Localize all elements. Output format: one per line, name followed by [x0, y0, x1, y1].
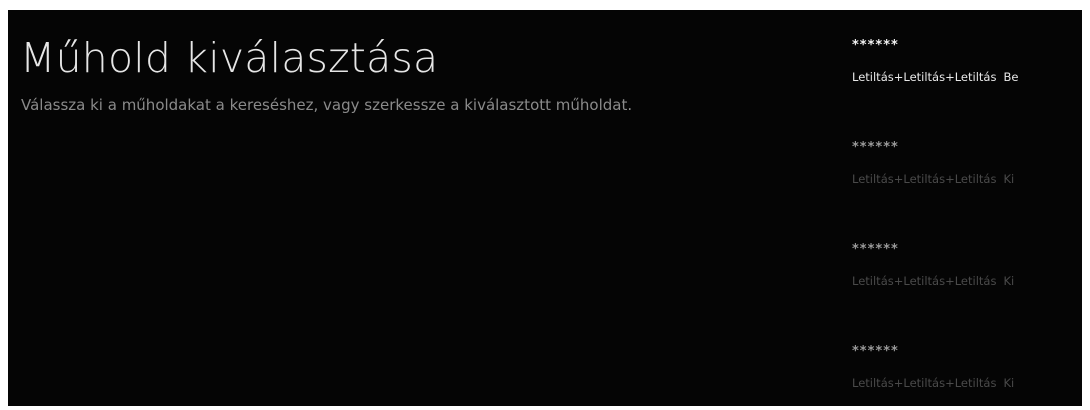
satellite-name: ******	[852, 242, 899, 257]
satellite-state: Ki	[1003, 376, 1015, 390]
satellite-state: Be	[1003, 70, 1019, 84]
satellite-item[interactable]: ****** Letiltás+Letiltás+Letiltás Ki	[852, 140, 1077, 200]
satellite-detail: Letiltás+Letiltás+Letiltás Ki	[852, 376, 1014, 390]
satellite-name: ******	[852, 344, 899, 359]
satellite-item[interactable]: ****** Letiltás+Letiltás+Letiltás Ki	[852, 344, 1077, 404]
tv-screen: Műhold kiválasztása Válassza ki a műhold…	[8, 10, 1082, 406]
satellite-config: Letiltás+Letiltás+Letiltás	[852, 70, 997, 84]
satellite-config: Letiltás+Letiltás+Letiltás	[852, 172, 997, 186]
satellite-name: ******	[852, 140, 899, 155]
satellite-item[interactable]: ****** Letiltás+Letiltás+Letiltás Be	[852, 38, 1077, 98]
satellite-detail: Letiltás+Letiltás+Letiltás Ki	[852, 274, 1014, 288]
satellite-state: Ki	[1003, 172, 1015, 186]
satellite-state: Ki	[1003, 274, 1015, 288]
satellite-item[interactable]: ****** Letiltás+Letiltás+Letiltás Ki	[852, 242, 1077, 302]
satellite-config: Letiltás+Letiltás+Letiltás	[852, 274, 997, 288]
satellite-detail: Letiltás+Letiltás+Letiltás Ki	[852, 172, 1014, 186]
page-subtitle: Válassza ki a műholdakat a kereséshez, v…	[21, 96, 633, 114]
satellite-name: ******	[852, 38, 899, 53]
satellite-detail: Letiltás+Letiltás+Letiltás Be	[852, 70, 1018, 84]
page-title: Műhold kiválasztása	[20, 34, 439, 82]
satellite-config: Letiltás+Letiltás+Letiltás	[852, 376, 997, 390]
